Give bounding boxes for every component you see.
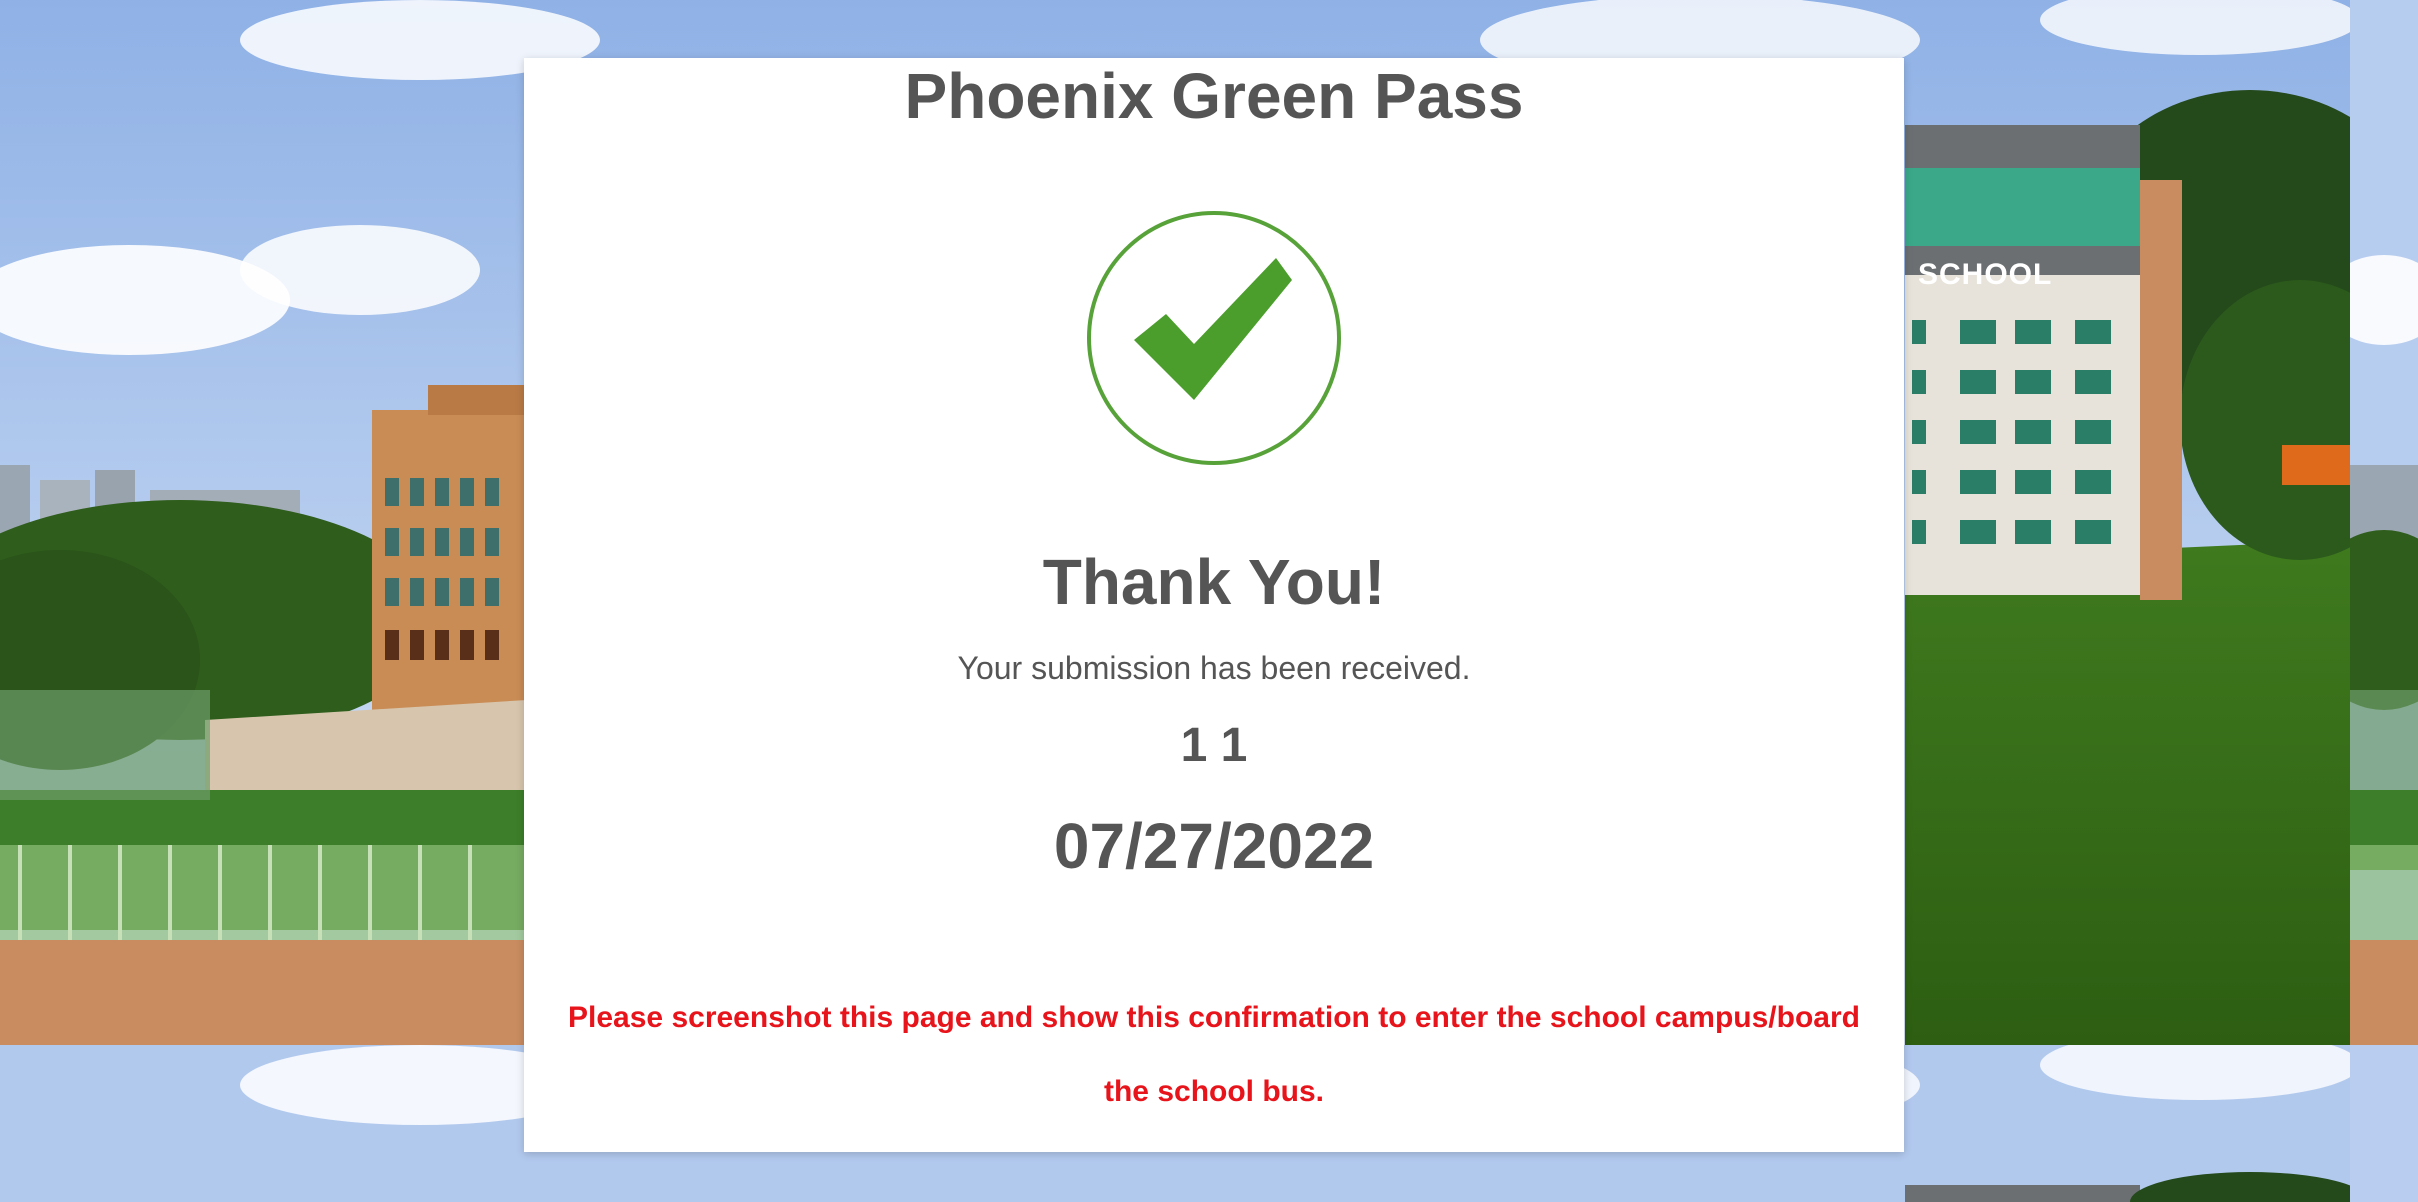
thank-you-heading: Thank You! bbox=[1042, 546, 1386, 618]
submission-date: 07/27/2022 bbox=[1053, 810, 1375, 882]
confirmation-card: Phoenix Green Pass Thank You! Your submi… bbox=[524, 58, 1904, 1152]
submission-identifier: 1 1 bbox=[1180, 719, 1248, 772]
school-sign: SCHOOL bbox=[1918, 258, 2053, 291]
page-title: Phoenix Green Pass bbox=[904, 60, 1524, 132]
submission-message: Your submission has been received. bbox=[957, 650, 1471, 686]
campus-photo-tile-corner bbox=[2350, 1045, 2418, 1202]
campus-photo-tile-repeat bbox=[2350, 0, 2418, 1045]
screenshot-notice: Please screenshot this page and show thi… bbox=[568, 1001, 1860, 1108]
checkmark-icon bbox=[1086, 210, 1342, 466]
